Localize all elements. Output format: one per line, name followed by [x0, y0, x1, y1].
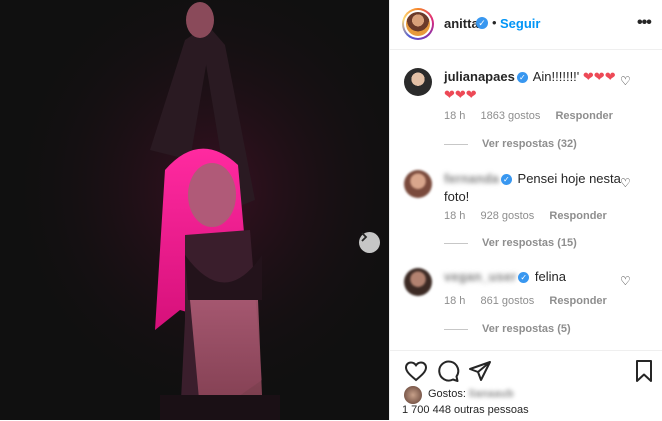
comment-avatar[interactable] [404, 68, 432, 96]
view-replies-label: Ver respostas (5) [482, 323, 571, 335]
follow-button[interactable]: Seguir [500, 16, 540, 31]
verified-badge-icon: ✓ [518, 272, 530, 284]
more-options-icon[interactable]: ••• [637, 14, 652, 32]
next-photo-button[interactable] [359, 232, 380, 253]
post-photo[interactable] [0, 0, 389, 420]
avatar-image [406, 12, 430, 36]
like-comment-heart-icon[interactable]: ♡ [620, 74, 631, 88]
liker-avatar[interactable] [404, 386, 422, 404]
comment-likes[interactable]: 861 gostos [480, 295, 534, 307]
comment-username[interactable]: vegan_user [444, 269, 516, 284]
comment-avatar[interactable] [404, 170, 432, 198]
likes-label: Gostos: [428, 388, 466, 400]
verified-badge-icon: ✓ [516, 72, 528, 84]
save-bookmark-icon[interactable] [632, 359, 656, 383]
comment-text: Ain!!!!!!!' [532, 69, 580, 84]
profile-username[interactable]: anitta [444, 16, 479, 31]
comment-time: 18 h [444, 110, 466, 122]
liker-username[interactable]: lianaaub [469, 388, 514, 400]
comment-body: vegan_user ✓ felina [444, 268, 629, 286]
likes-text: Gostos: lianaaub [428, 388, 514, 400]
likes-count-text: 1 700 448 outras pessoas [402, 404, 529, 416]
separator-dot: • [492, 15, 497, 30]
view-replies-label: Ver respostas (32) [482, 138, 577, 150]
like-comment-heart-icon[interactable]: ♡ [620, 176, 631, 190]
comment-text: felina [534, 269, 566, 284]
divider-line [444, 242, 468, 244]
reply-button[interactable]: Responder [555, 110, 612, 122]
comment-username[interactable]: julianapaes [444, 69, 515, 84]
view-replies-button[interactable]: Ver respostas (32) [444, 138, 577, 150]
comment-likes[interactable]: 1863 gostos [480, 110, 540, 122]
comment-meta: 18 h 928 gostos Responder [444, 210, 619, 222]
comment-body: fernanda ✓ Pensei hoje nesta foto! [444, 170, 629, 206]
like-comment-heart-icon[interactable]: ♡ [620, 274, 631, 288]
comment-bubble-icon[interactable] [436, 359, 460, 383]
verified-badge-icon: ✓ [476, 17, 488, 29]
share-paper-plane-icon[interactable] [468, 359, 492, 383]
post-panel: anitta ✓ • Seguir ••• julianapaes ✓ Ain!!… [389, 0, 662, 420]
view-replies-label: Ver respostas (15) [482, 237, 577, 249]
divider-line [444, 328, 468, 330]
comment-meta: 18 h 861 gostos Responder [444, 295, 619, 307]
comment-likes[interactable]: 928 gostos [480, 210, 534, 222]
profile-avatar[interactable] [402, 8, 434, 40]
verified-badge-icon: ✓ [500, 174, 512, 186]
likes-count[interactable]: 1 700 448 outras pessoas [402, 404, 529, 416]
reply-button[interactable]: Responder [549, 210, 606, 222]
comment-meta: 18 h 1863 gostos Responder [444, 110, 625, 122]
view-replies-button[interactable]: Ver respostas (5) [444, 323, 571, 335]
comment-body: julianapaes ✓ Ain!!!!!!!' ❤❤❤ ❤❤❤ [444, 68, 629, 104]
reply-button[interactable]: Responder [549, 295, 606, 307]
photo-illustration [0, 0, 389, 420]
comment-time: 18 h [444, 295, 466, 307]
comment-username[interactable]: fernanda [444, 171, 499, 186]
chevron-right-icon [361, 232, 368, 242]
comment-avatar[interactable] [404, 268, 432, 296]
like-heart-icon[interactable] [404, 359, 428, 383]
post-header: anitta ✓ • Seguir ••• [390, 0, 662, 50]
comment-time: 18 h [444, 210, 466, 222]
view-replies-button[interactable]: Ver respostas (15) [444, 237, 577, 249]
divider-line [444, 143, 468, 145]
